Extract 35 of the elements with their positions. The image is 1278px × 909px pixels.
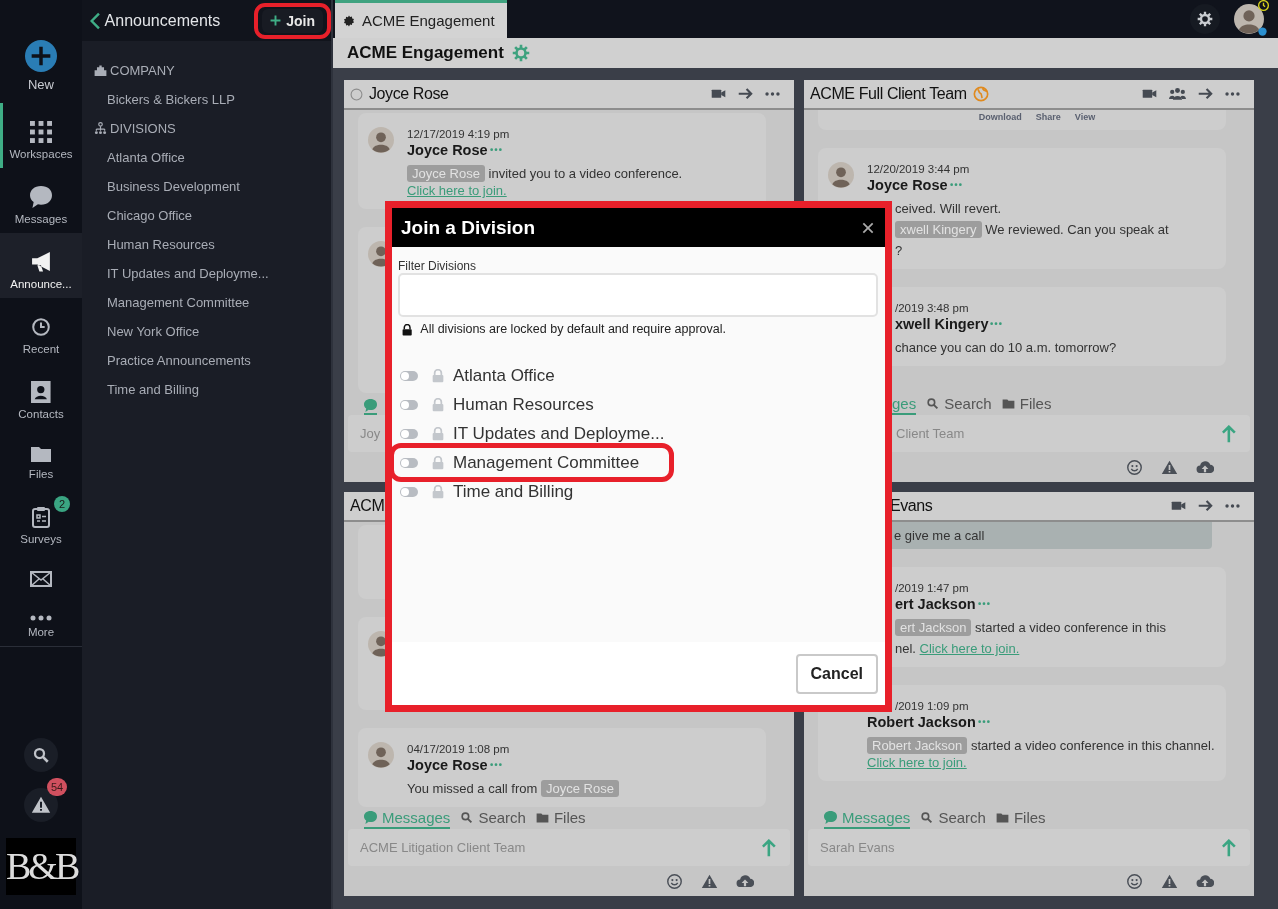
message-text: You missed a call from Joyce Rose	[407, 780, 619, 797]
sidebar-title: Announcements	[104, 11, 221, 30]
message-time: 04/17/2019 1:08 pm	[407, 742, 510, 756]
message-time: /2019 1:09 pm	[895, 699, 969, 713]
message-text: e give me a call	[894, 528, 985, 543]
message-text: Joyce Rose invited you to a video conference. Click here to join.	[407, 165, 684, 199]
author-name: Joyce Rose	[867, 176, 948, 194]
panel-title: Joyce Rose	[369, 85, 449, 103]
count-badge: 54	[47, 778, 67, 796]
message-text: chance you can do 10 a.m. tomorrow?	[895, 339, 1117, 356]
message-text: nel. Click here to join.	[895, 640, 1020, 657]
message-text: ert Jackson started a video conference in this	[895, 619, 1166, 636]
message-time: /2019 3:48 pm	[895, 301, 969, 315]
dialog-title: Join a Division	[401, 216, 536, 239]
panel-title: ACM	[350, 497, 385, 515]
panel-title: ACME Full Client Team	[810, 85, 967, 103]
note-text: All divisions are locked by default and require approval.	[420, 322, 727, 337]
count-badge: 2	[54, 496, 70, 512]
message-time: /2019 1:47 pm	[895, 581, 969, 595]
author-name: ert Jackson	[895, 595, 976, 613]
logo: B&B	[6, 838, 76, 895]
message-text: ceived. Will revert.	[895, 200, 1002, 217]
field-label: Filter Divisions	[398, 259, 477, 273]
section-heading: DIVISIONS	[110, 121, 176, 136]
message-text: Robert Jackson started a video conference in this channel. Click here to join.	[867, 737, 1216, 771]
author-name: xwell Kingery	[895, 315, 989, 333]
message-text: xwell Kingery We reviewed. Can you speak at	[895, 221, 1169, 238]
message-text: ?	[895, 242, 903, 259]
message-time: 12/20/2019 3:44 pm	[867, 162, 970, 176]
workspace-title: ACME Engagement	[347, 43, 504, 63]
message-time: 12/17/2019 4:19 pm	[407, 127, 510, 141]
section-heading: COMPANY	[110, 63, 175, 78]
author-name: Robert Jackson	[867, 713, 976, 731]
author-name: Joyce Rose	[407, 141, 488, 159]
author-name: Joyce Rose	[407, 756, 488, 774]
